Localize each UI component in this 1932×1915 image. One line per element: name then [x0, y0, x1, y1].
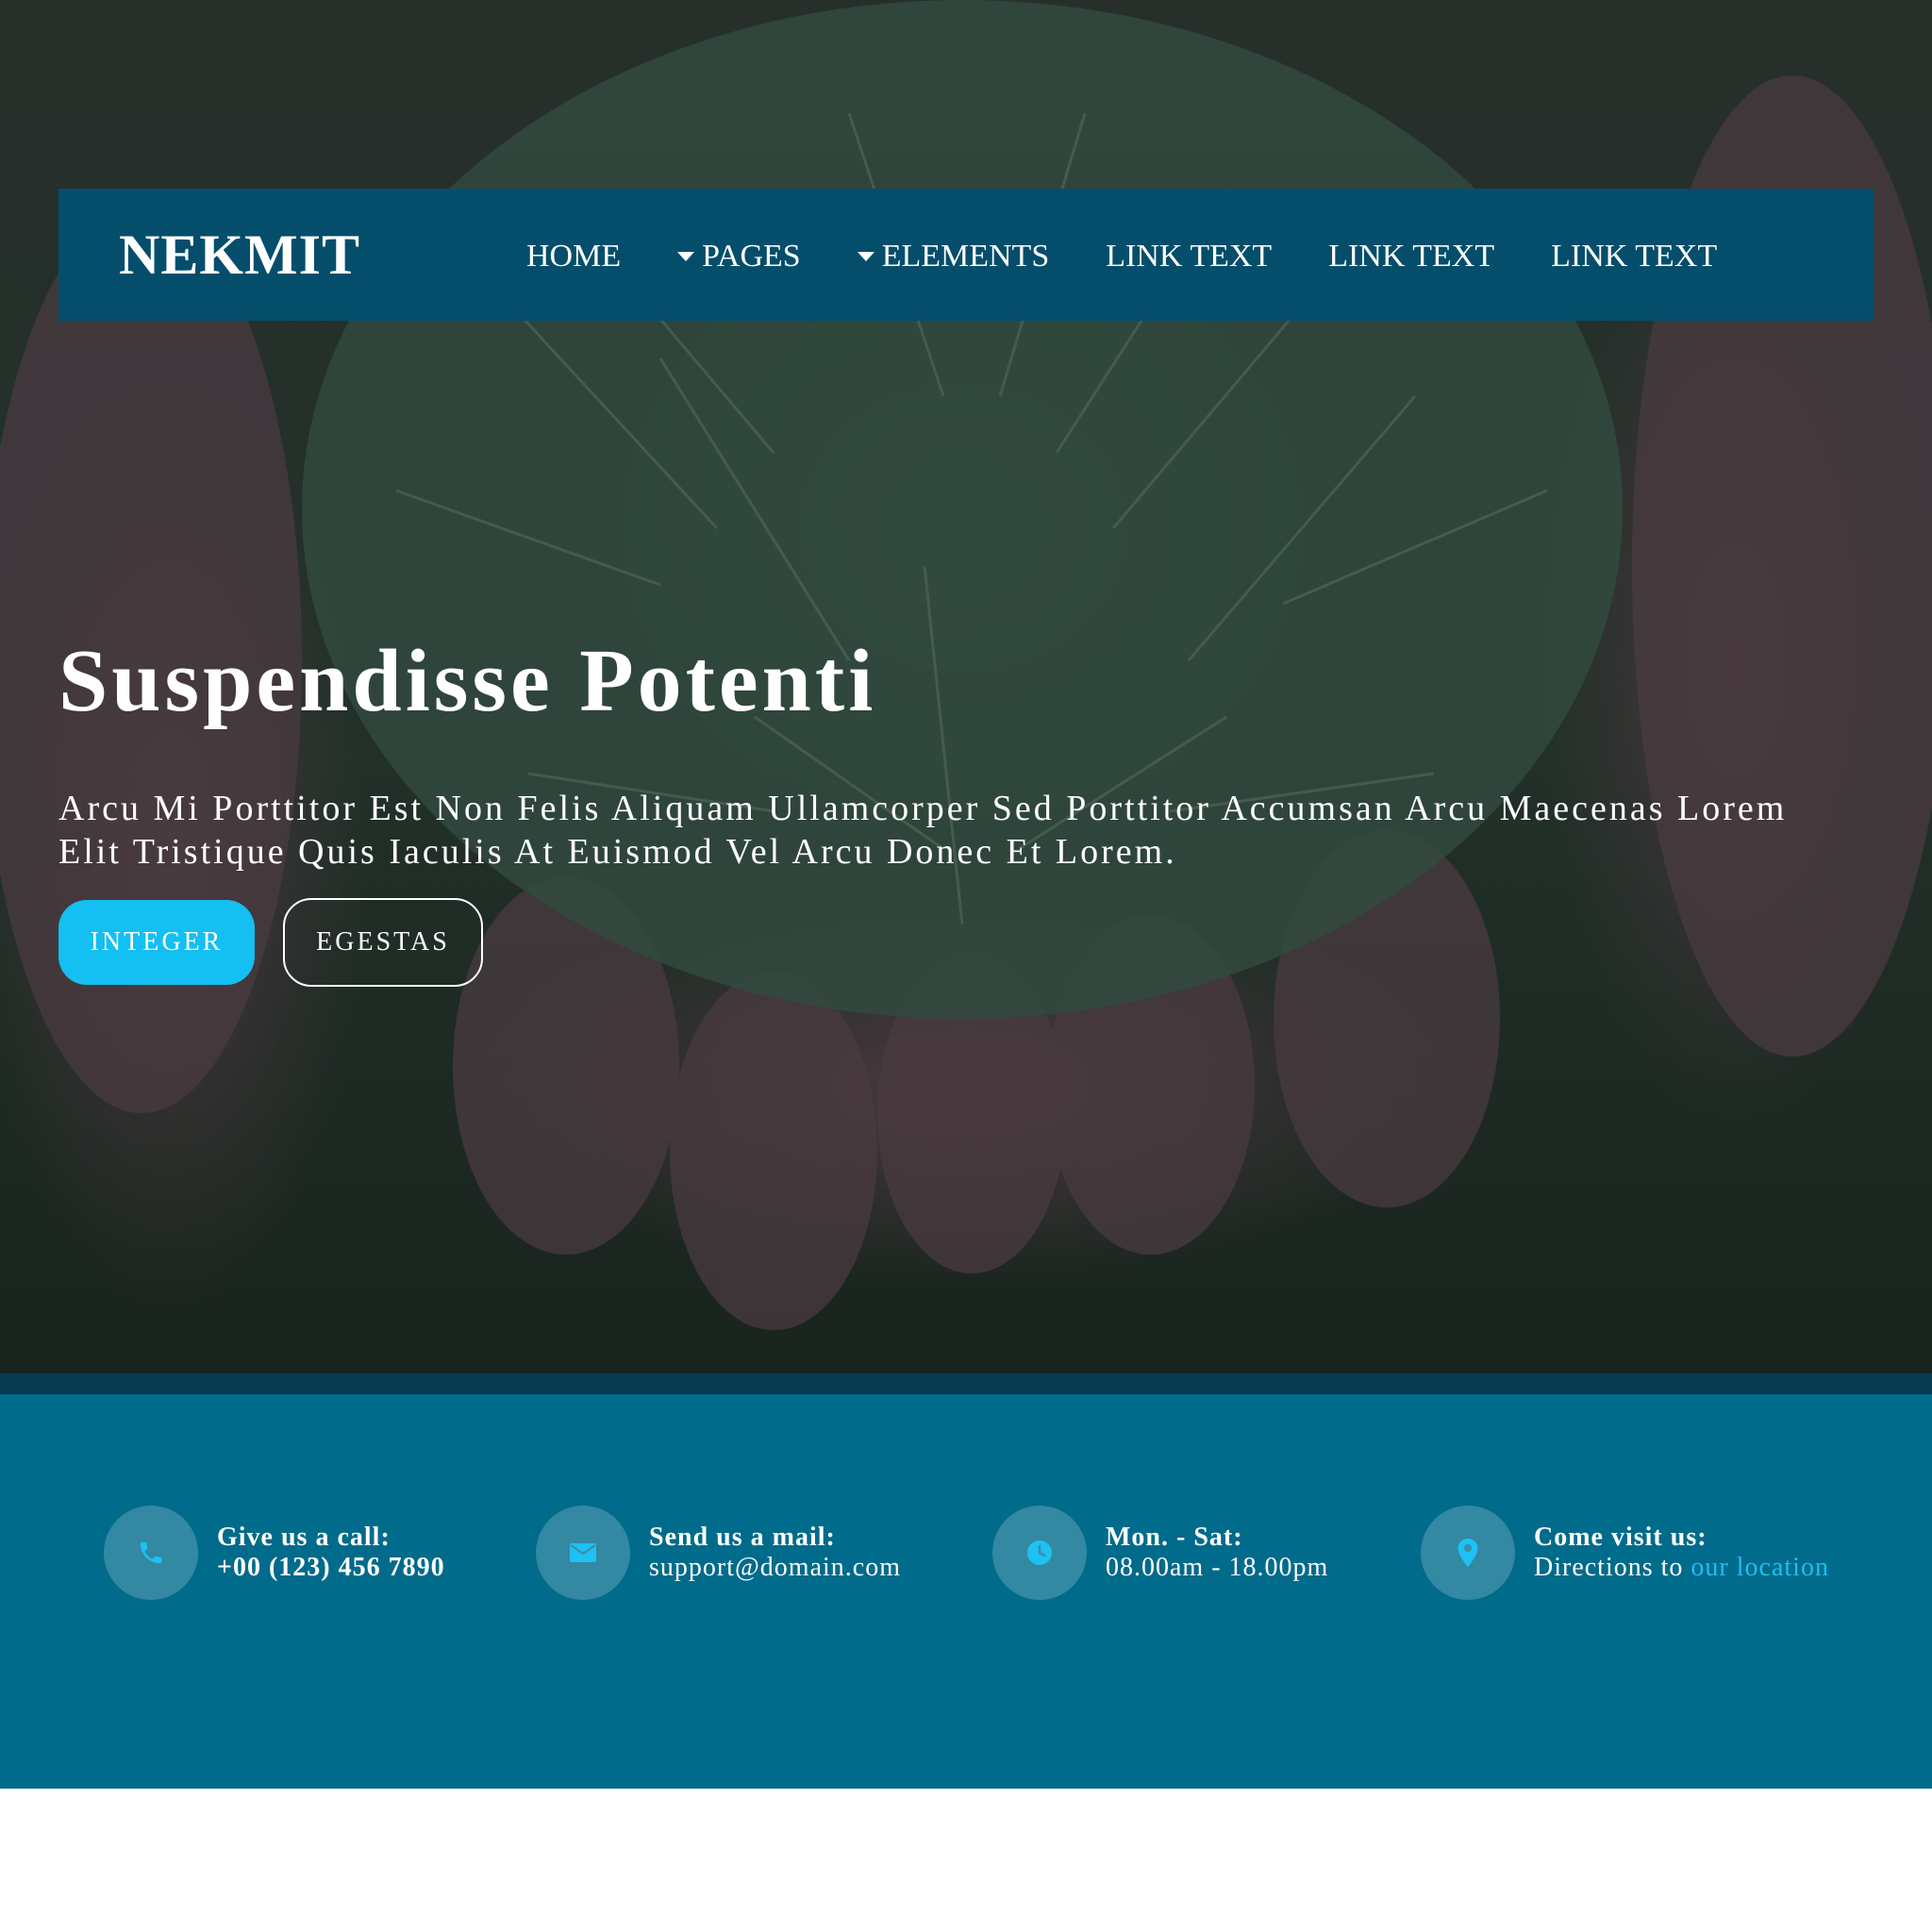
call-label: Give us a call:	[217, 1523, 391, 1552]
nav-item-home[interactable]: HOME	[526, 239, 621, 275]
nav-item-label: LINK TEXT	[1328, 239, 1495, 274]
hero-title: Suspendisse Potenti	[58, 632, 877, 730]
clock-icon	[992, 1506, 1087, 1600]
visit-label: Come visit us:	[1534, 1523, 1707, 1552]
nav-menu: HOME PAGES ELEMENTS LINK TEXT LINK TEXT …	[526, 234, 1717, 279]
brand-logo[interactable]: NEKMIT	[119, 223, 360, 288]
phone-number[interactable]: +00 (123) 456 7890	[217, 1553, 445, 1583]
contact-info-section: Give us a call: +00 (123) 456 7890 Send …	[0, 1394, 1932, 1789]
contact-mail: Send us a mail: support@domain.com	[536, 1506, 901, 1600]
location-link[interactable]: our location	[1690, 1553, 1829, 1582]
page-footer-space	[0, 1789, 1932, 1915]
contact-visit: Come visit us: Directions to our locatio…	[1421, 1506, 1829, 1600]
divider-strip	[0, 1374, 1932, 1394]
nav-item-label: LINK TEXT	[1551, 239, 1718, 274]
hours-value: 08.00am - 18.00pm	[1106, 1553, 1329, 1582]
caret-down-icon	[677, 252, 695, 261]
nav-item-pages[interactable]: PAGES	[677, 239, 801, 275]
egestas-button[interactable]: EGESTAS	[283, 898, 483, 987]
nav-item-label: PAGES	[702, 239, 801, 274]
hero-section: NEKMIT HOME PAGES ELEMENTS LINK TEXT LIN…	[0, 0, 1932, 1374]
envelope-icon	[536, 1506, 630, 1600]
navbar: NEKMIT HOME PAGES ELEMENTS LINK TEXT LIN…	[58, 189, 1874, 321]
caret-down-icon	[857, 252, 874, 261]
hours-label: Mon. - Sat:	[1106, 1523, 1243, 1552]
email-address[interactable]: support@domain.com	[649, 1553, 901, 1583]
hero-description: Arcu Mi Porttitor Est Non Felis Aliquam …	[58, 789, 1788, 872]
nav-item-link-1[interactable]: LINK TEXT	[1106, 239, 1272, 275]
contact-hours: Mon. - Sat: 08.00am - 18.00pm	[992, 1506, 1328, 1600]
nav-item-elements[interactable]: ELEMENTS	[857, 239, 1050, 275]
contact-call: Give us a call: +00 (123) 456 7890	[104, 1506, 445, 1600]
nav-item-label: HOME	[526, 239, 622, 274]
nav-item-link-3[interactable]: LINK TEXT	[1551, 239, 1717, 275]
nav-item-label: ELEMENTS	[881, 239, 1050, 274]
integer-button[interactable]: INTEGER	[58, 900, 255, 985]
nav-item-link-2[interactable]: LINK TEXT	[1328, 239, 1494, 275]
map-pin-icon	[1421, 1506, 1515, 1600]
mail-label: Send us a mail:	[649, 1523, 836, 1552]
nav-item-label: LINK TEXT	[1106, 239, 1273, 274]
directions-text: Directions to	[1534, 1553, 1691, 1582]
phone-icon	[104, 1506, 198, 1600]
